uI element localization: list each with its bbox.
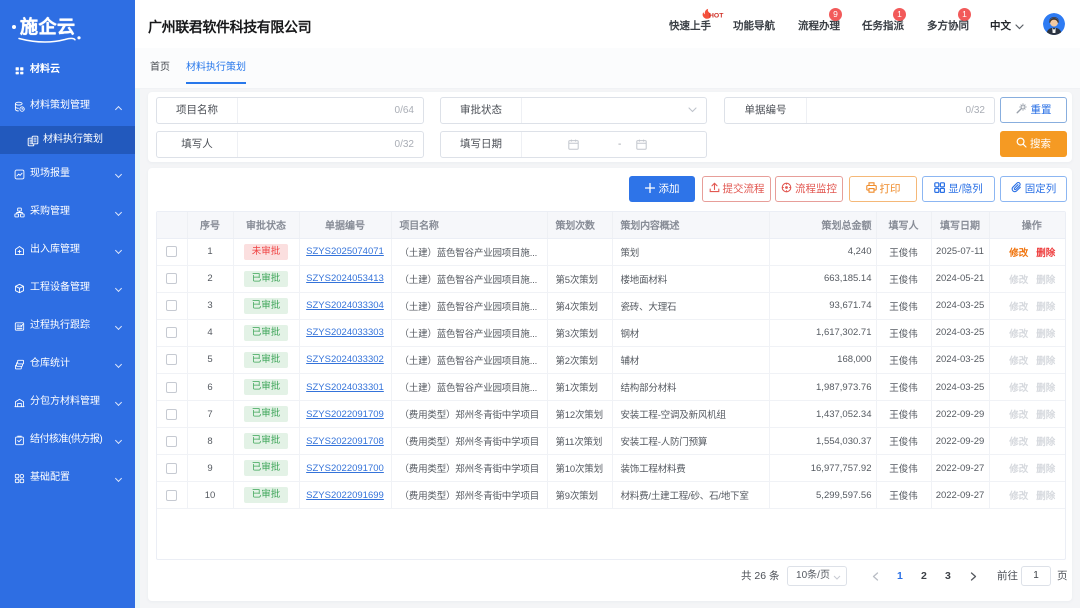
svg-text:HOT: HOT bbox=[709, 13, 724, 20]
